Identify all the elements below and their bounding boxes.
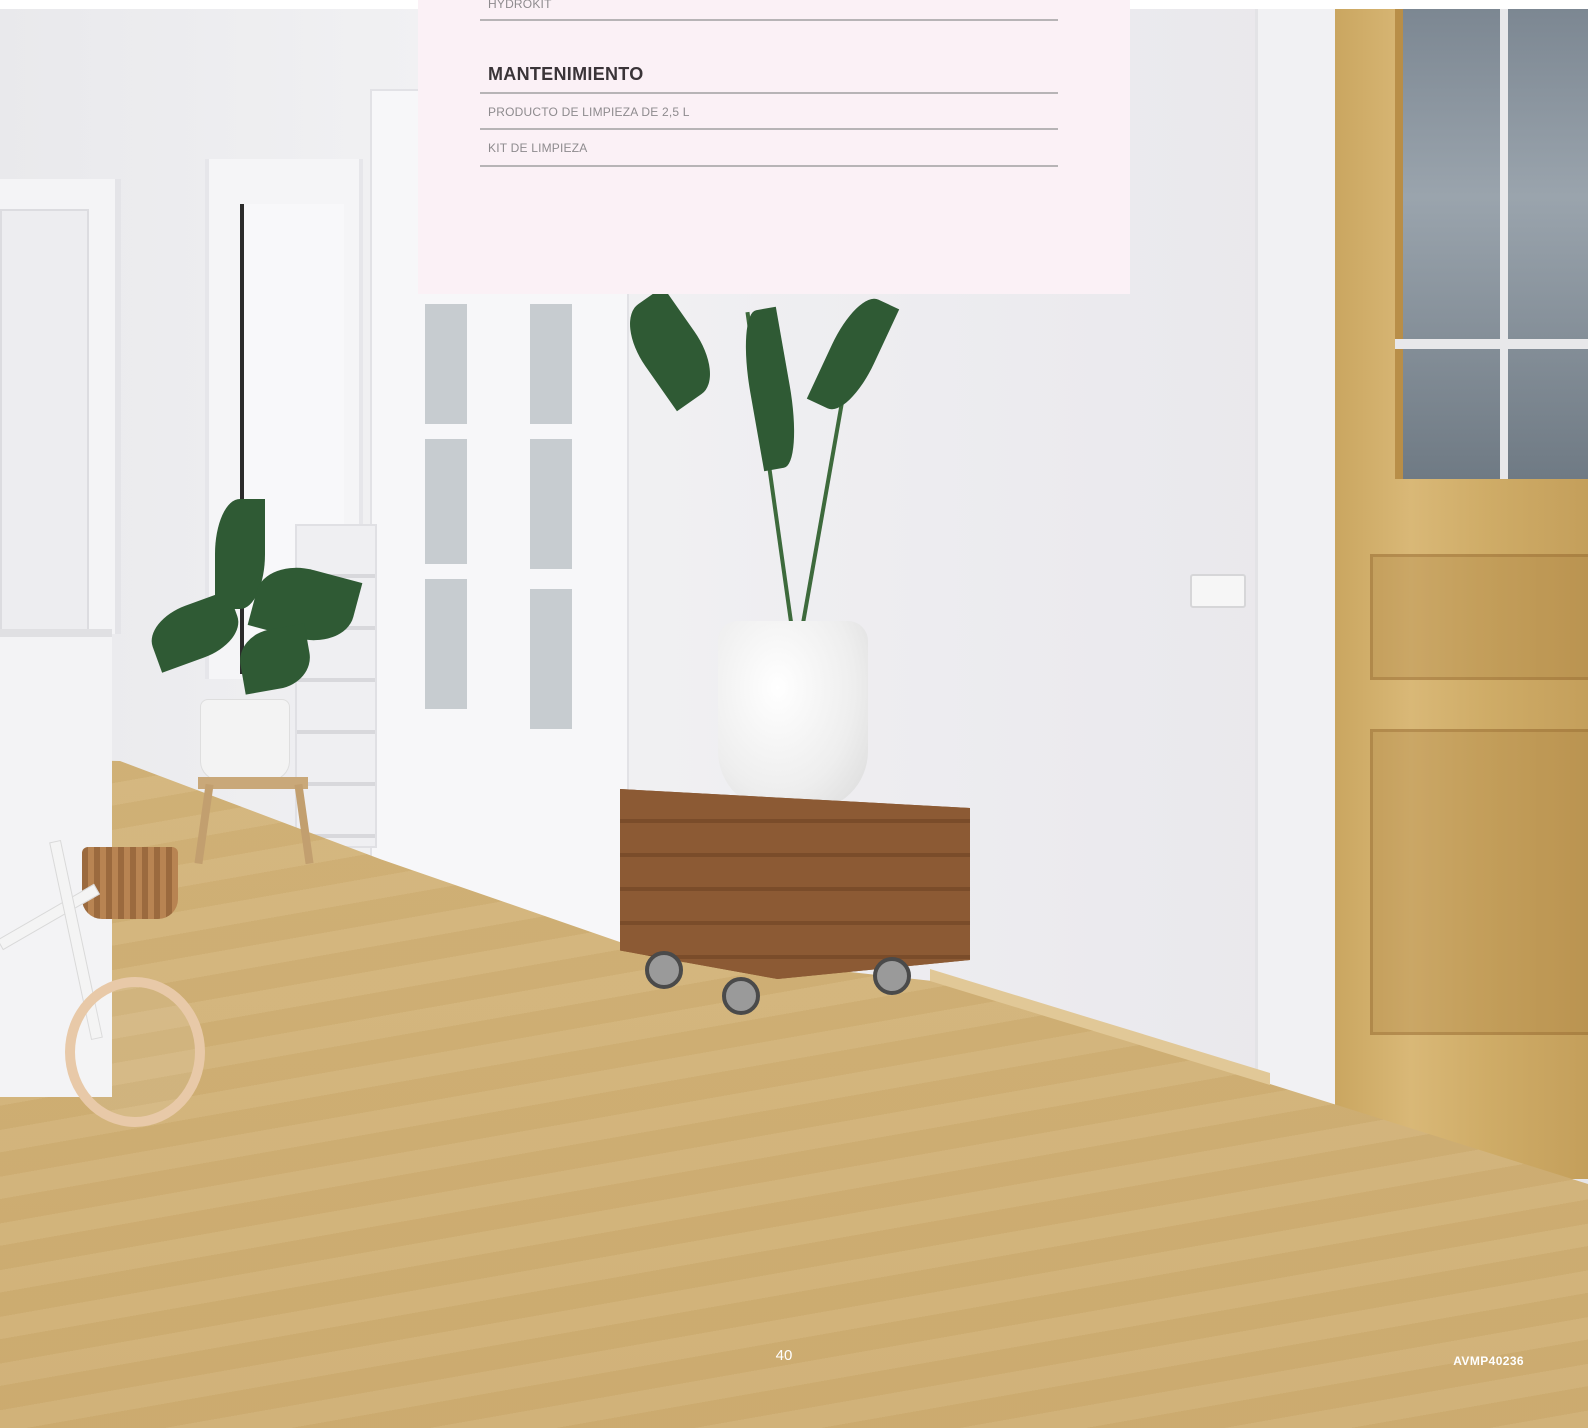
caster-wheel [645, 951, 683, 989]
white-planter [718, 621, 868, 811]
page-number: 40 [775, 1347, 793, 1364]
door-window [1395, 9, 1588, 479]
product-accessories-panel: HYDROKIT MANTENIMIENTO PRODUCTO DE LIMPI… [418, 0, 1130, 294]
bike-wheel [65, 977, 205, 1127]
cabinet-glass-pane [422, 436, 470, 567]
door-panel [1370, 554, 1588, 680]
cabinet-glass-pane [422, 301, 470, 427]
wall-switch [1190, 574, 1246, 608]
small-planter [200, 699, 290, 781]
cabinet-glass-pane [422, 576, 470, 712]
caster-wheel [873, 957, 911, 995]
wooden-crate [620, 789, 970, 979]
window-mullion [1500, 9, 1508, 479]
caster-wheel [722, 977, 760, 1015]
row-divider [480, 0, 1058, 167]
door-panel [1370, 729, 1588, 1035]
window-mullion [1395, 339, 1588, 349]
bike-basket [82, 847, 178, 919]
product-code: AVMP40236 [1453, 1354, 1524, 1368]
cabinet-glass-pane [527, 436, 575, 572]
stool-top [198, 777, 308, 789]
cabinet-glass-pane [527, 586, 575, 732]
left-door [0, 209, 89, 633]
door-trim [1255, 9, 1341, 1104]
cabinet-glass-pane [527, 301, 575, 427]
